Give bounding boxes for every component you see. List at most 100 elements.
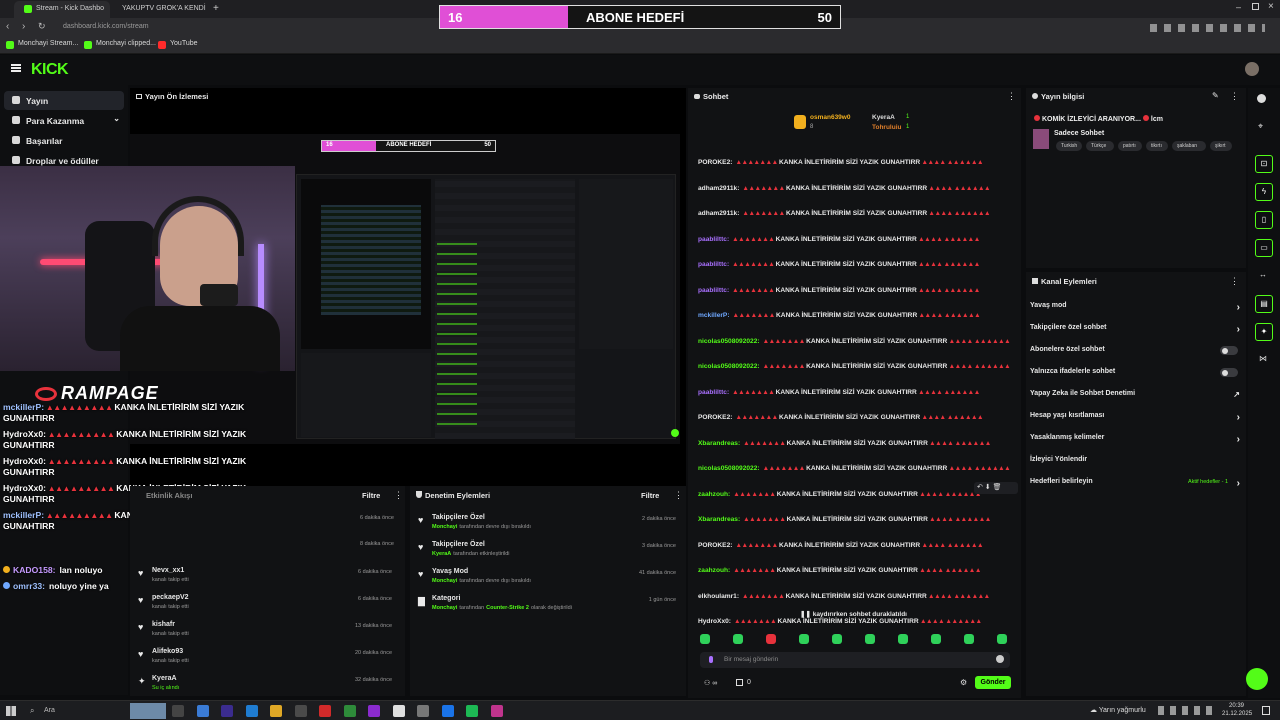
- reload-icon[interactable]: ↻: [38, 21, 46, 32]
- chat-username[interactable]: paablilttc:: [698, 389, 729, 396]
- emote-icon[interactable]: [964, 634, 974, 644]
- taskbar-app-icon[interactable]: [221, 705, 233, 717]
- chat-message[interactable]: Xbarandreas: ▲▲▲▲▲▲▲ KANKA İNLETİRİRİM Sİ…: [698, 515, 1013, 525]
- emote-icon[interactable]: [865, 634, 875, 644]
- channel-action-item[interactable]: Takipçilere özel sohbet ›: [1030, 324, 1240, 346]
- chat-paused-notice[interactable]: ❚❚ kaydırırken sohbet duraklatıldı: [800, 610, 907, 618]
- new-tab-icon[interactable]: +: [213, 3, 219, 14]
- chat-message[interactable]: POROKE2: ▲▲▲▲▲▲▲ KANKA İNLETİRİRİM SİZİ Y…: [698, 541, 1013, 551]
- chat-message[interactable]: POROKE2: ▲▲▲▲▲▲▲ KANKA İNLETİRİRİM SİZİ Y…: [698, 158, 1013, 168]
- url-field[interactable]: dashboard.kick.com/stream: [63, 23, 149, 30]
- activity-filter-button[interactable]: Filtre: [362, 491, 380, 500]
- bookmark-item[interactable]: YouTube: [158, 40, 198, 49]
- emote-icon[interactable]: [898, 634, 908, 644]
- chat-username[interactable]: adham2911k:: [698, 210, 739, 217]
- back-icon[interactable]: ‹: [6, 21, 9, 32]
- moderation-filter-button[interactable]: Filtre: [641, 491, 659, 500]
- taskbar-app-icon[interactable]: [441, 705, 454, 717]
- more-icon[interactable]: ⋮: [1007, 91, 1016, 102]
- chat-username[interactable]: POROKE2:: [698, 414, 732, 421]
- maximize-icon[interactable]: [1252, 3, 1259, 10]
- taskbar-app-icon[interactable]: [270, 705, 282, 717]
- chat-message[interactable]: nicolas0508092022: ▲▲▲▲▲▲▲ KANKA İNLETİRİ…: [698, 337, 1013, 347]
- bookmark-item[interactable]: Monchayi Stream...: [6, 40, 78, 49]
- chat-message[interactable]: zaahzouh: ▲▲▲▲▲▲▲ KANKA İNLETİRİRİM SİZİ …: [698, 566, 1013, 576]
- chat-username[interactable]: paablilttc:: [698, 236, 729, 243]
- chat-username[interactable]: elkhoulamr1:: [698, 593, 739, 600]
- sidebar-item-achievements[interactable]: Başarılar: [4, 131, 124, 150]
- chat-message[interactable]: paablilttc: ▲▲▲▲▲▲▲ KANKA İNLETİRİRİM SİZ…: [698, 235, 1013, 245]
- chat-message[interactable]: zaahzouh: ▲▲▲▲▲▲▲ KANKA İNLETİRİRİM SİZİ …: [698, 490, 1013, 500]
- chat-message[interactable]: elkhoulamr1: ▲▲▲▲▲▲▲ KANKA İNLETİRİRİM Sİ…: [698, 592, 1013, 602]
- taskbar-app-icon[interactable]: [245, 705, 258, 717]
- emote-icon[interactable]: [799, 634, 809, 644]
- chat-username[interactable]: nicolas0508092022:: [698, 363, 760, 370]
- chat-settings-icon[interactable]: ⚙: [960, 678, 967, 687]
- channel-action-item[interactable]: Yapay Zeka ile Sohbet Denetimi ↗: [1030, 390, 1240, 412]
- sidebar-item-stream[interactable]: Yayın: [4, 91, 124, 110]
- chat-message[interactable]: nicolas0508092022: ▲▲▲▲▲▲▲ KANKA İNLETİRİ…: [698, 464, 1013, 474]
- chat-message[interactable]: POROKE2: ▲▲▲▲▲▲▲ KANKA İNLETİRİRİM SİZİ Y…: [698, 413, 1013, 423]
- taskbar-app-icon[interactable]: [466, 705, 478, 717]
- stream-tag[interactable]: Türkçe: [1086, 141, 1114, 151]
- help-chat-icon[interactable]: [1246, 668, 1268, 690]
- emote-icon[interactable]: [832, 634, 842, 644]
- toggle-switch[interactable]: [1220, 346, 1238, 355]
- emote-icon[interactable]: [766, 634, 776, 644]
- chat-username[interactable]: Xbarandreas:: [698, 516, 740, 523]
- stream-tag[interactable]: tikırtı: [1146, 141, 1168, 151]
- channel-action-item[interactable]: Yasaklanmış kelimeler ›: [1030, 434, 1240, 456]
- taskbar-app-icon[interactable]: [392, 705, 405, 717]
- notification-icon[interactable]: [1262, 706, 1270, 715]
- toolbar-expand-icon[interactable]: ↔: [1259, 270, 1267, 279]
- toolbar-button-camera-icon[interactable]: ⊡: [1255, 155, 1273, 173]
- more-icon[interactable]: ⋮: [1230, 276, 1239, 287]
- edit-icon[interactable]: ✎: [1212, 91, 1219, 100]
- chat-users-icon[interactable]: ⚇ ∞: [704, 679, 717, 687]
- chat-message[interactable]: nicolas0508092022: ▲▲▲▲▲▲▲ KANKA İNLETİRİ…: [698, 362, 1013, 372]
- emote-icon[interactable]: [931, 634, 941, 644]
- chat-message[interactable]: mckillerP: ▲▲▲▲▲▲▲ KANKA İNLETİRİRİM SİZİ…: [698, 311, 1013, 321]
- more-icon[interactable]: ⋮: [674, 490, 683, 501]
- kick-logo[interactable]: KICK: [31, 61, 69, 79]
- chat-username[interactable]: nicolas0508092022:: [698, 465, 760, 472]
- taskbar-app-icon[interactable]: [172, 705, 184, 717]
- close-window-icon[interactable]: ×: [1268, 1, 1274, 12]
- chat-username[interactable]: zaahzouh:: [698, 567, 730, 574]
- chat-message[interactable]: paablilttc: ▲▲▲▲▲▲▲ KANKA İNLETİRİRİM SİZ…: [698, 388, 1013, 398]
- bookmark-item[interactable]: Monchayi clipped...: [84, 40, 156, 49]
- taskbar-app-icon[interactable]: [196, 705, 209, 717]
- toggle-switch[interactable]: [1220, 368, 1238, 377]
- chat-message[interactable]: paablilttc: ▲▲▲▲▲▲▲ KANKA İNLETİRİRİM SİZ…: [698, 286, 1013, 296]
- toolbar-button-tools-icon[interactable]: ✦: [1255, 323, 1273, 341]
- hamburger-menu-icon[interactable]: [11, 64, 21, 72]
- stream-tag[interactable]: şikırt: [1210, 141, 1232, 151]
- more-icon[interactable]: ⋮: [1230, 91, 1239, 102]
- chat-username[interactable]: adham2911k:: [698, 185, 739, 192]
- channel-action-item[interactable]: Hedefleri belirleyin Aktif hedefler - 1 ›: [1030, 478, 1240, 500]
- info-icon[interactable]: [1257, 94, 1266, 103]
- chat-username[interactable]: Xbarandreas:: [698, 440, 740, 447]
- stream-tag[interactable]: şaklaban: [1172, 141, 1206, 151]
- emoji-icon[interactable]: [996, 655, 1004, 663]
- weather-widget[interactable]: ☁ Yarın yağmurlu: [1090, 706, 1146, 714]
- user-avatar[interactable]: [1245, 62, 1259, 76]
- taskbar-app-icon[interactable]: [417, 705, 429, 717]
- toolbar-button-chat-icon[interactable]: ▭: [1255, 239, 1273, 257]
- chat-username[interactable]: HydroXx0:: [698, 618, 731, 625]
- channel-action-item[interactable]: Hesap yaşı kısıtlaması ›: [1030, 412, 1240, 434]
- chat-username[interactable]: paablilttc:: [698, 287, 729, 294]
- toolbar-button-card-icon[interactable]: ▯: [1255, 211, 1273, 229]
- channel-action-item[interactable]: Abonelere özel sohbet: [1030, 346, 1240, 368]
- windows-start-icon[interactable]: [6, 706, 16, 716]
- taskbar-search[interactable]: ⌕ Ara: [26, 704, 126, 718]
- toolbar-button-flash-icon[interactable]: ϟ: [1255, 183, 1273, 201]
- send-button[interactable]: Gönder: [975, 676, 1011, 689]
- taskbar-app-icon[interactable]: [368, 705, 380, 717]
- chat-username[interactable]: paablilttc:: [698, 261, 729, 268]
- toolbar-button-panel-icon[interactable]: ▤: [1255, 295, 1273, 313]
- chat-username[interactable]: mckillerP:: [698, 312, 730, 319]
- taskbar-app-icon[interactable]: [319, 705, 331, 717]
- emote-icon[interactable]: [733, 634, 743, 644]
- taskbar-app-icon[interactable]: [490, 705, 503, 717]
